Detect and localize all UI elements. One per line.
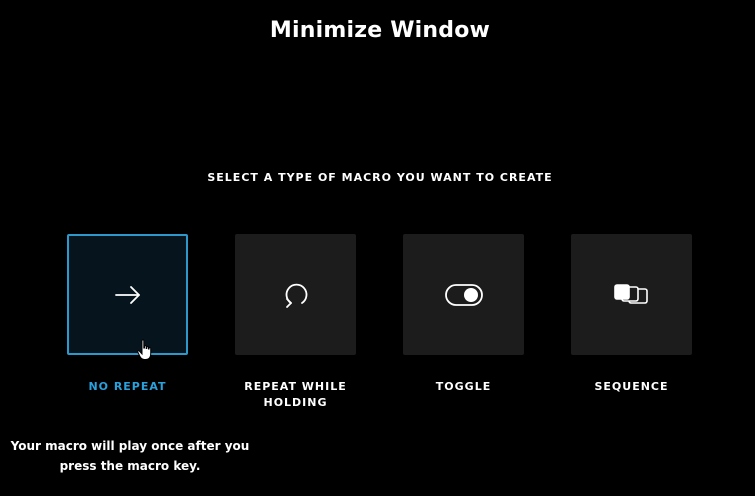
macro-type-label: NO REPEAT (88, 380, 167, 393)
macro-type-label: REPEAT WHILE HOLDING (244, 380, 347, 409)
macro-type-toggle[interactable]: TOGGLE (403, 234, 524, 395)
arrow-right-icon (114, 285, 142, 305)
macro-type-page: Minimize Window SELECT A TYPE OF MACRO Y… (0, 0, 755, 496)
macro-type-sequence[interactable]: SEQUENCE (571, 234, 692, 395)
macro-type-tile[interactable] (571, 234, 692, 355)
hand-pointer-icon (137, 339, 153, 365)
toggle-icon (444, 283, 483, 306)
macro-type-label: TOGGLE (435, 380, 492, 393)
page-title: Minimize Window (269, 18, 491, 43)
macro-type-label: SEQUENCE (594, 380, 669, 393)
macro-type-no-repeat[interactable]: NO REPEAT (67, 234, 188, 395)
macro-type-tile[interactable] (235, 234, 356, 355)
macro-type-tile[interactable] (403, 234, 524, 355)
sequence-icon (613, 283, 651, 307)
macro-type-repeat-while-holding[interactable]: REPEAT WHILE HOLDING (235, 234, 356, 411)
macro-type-tile[interactable] (67, 234, 188, 360)
repeat-icon (282, 281, 310, 309)
macro-type-prompt: SELECT A TYPE OF MACRO YOU WANT TO CREAT… (207, 171, 553, 184)
macro-type-description: Your macro will play once after you pres… (10, 439, 250, 473)
